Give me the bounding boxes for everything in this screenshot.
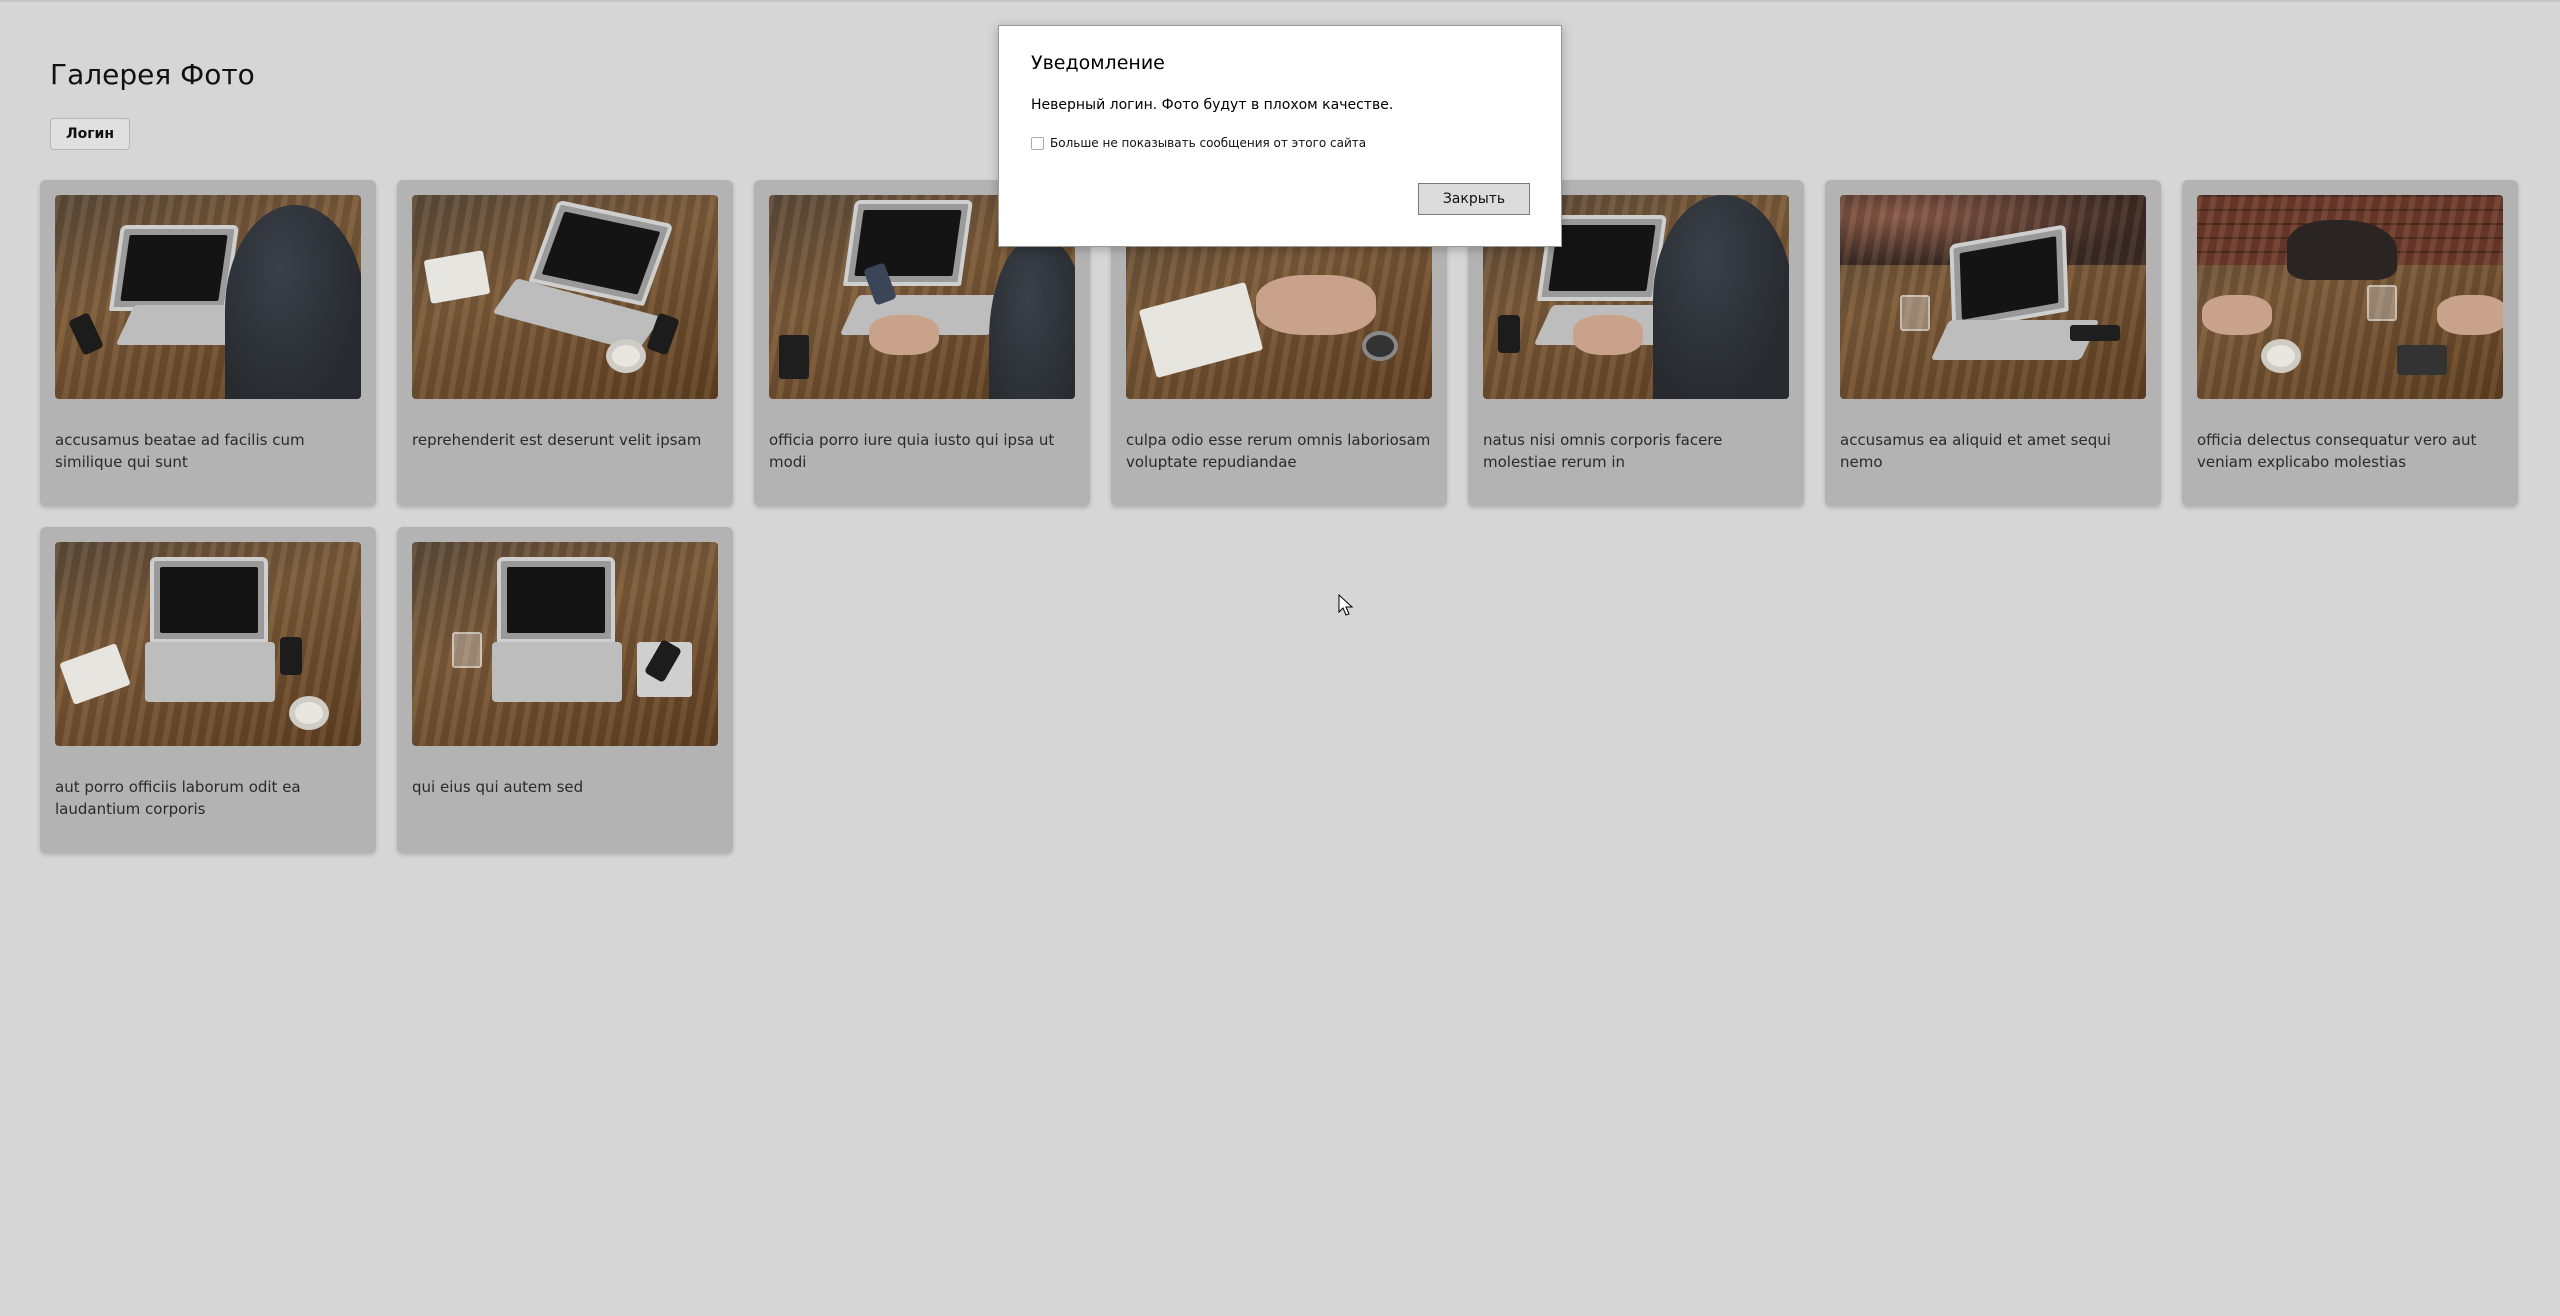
notification-dialog: Уведомление Неверный логин. Фото будут в… — [998, 25, 1562, 247]
gallery-card[interactable]: accusamus beatae ad facilis cum similiqu… — [40, 180, 376, 506]
photo-laptop-coffee[interactable] — [412, 195, 718, 399]
login-button[interactable]: Логин — [50, 118, 131, 150]
gallery-card[interactable]: officia delectus consequatur vero aut ve… — [2182, 180, 2518, 506]
card-caption: officia delectus consequatur vero aut ve… — [2197, 431, 2477, 471]
card-caption: reprehenderit est deserunt velit ipsam — [412, 431, 702, 449]
photo-laptop-top-view[interactable] — [55, 542, 361, 746]
suppress-messages-checkbox[interactable] — [1031, 136, 1044, 150]
dialog-message: Неверный логин. Фото будут в плохом каче… — [1031, 97, 1394, 113]
photo-bag-table[interactable] — [2197, 195, 2503, 399]
photo-laptop-hands[interactable] — [55, 195, 361, 399]
close-button[interactable]: Закрыть — [1418, 183, 1530, 215]
gallery-card[interactable]: aut porro officiis laborum odit ea lauda… — [40, 527, 376, 853]
gallery-card[interactable]: accusamus ea aliquid et amet sequi nemo — [1825, 180, 2161, 506]
page-title: Галерея Фото — [50, 58, 255, 91]
card-caption: accusamus ea aliquid et amet sequi nemo — [1840, 431, 2111, 471]
card-caption: culpa odio esse rerum omnis laboriosam v… — [1126, 431, 1431, 471]
photo-laptop-brick-wall[interactable] — [1840, 195, 2146, 399]
photo-laptop-glass[interactable] — [412, 542, 718, 746]
suppress-messages-option[interactable]: Больше не показывать сообщения от этого … — [1031, 136, 1366, 150]
photo-gallery: accusamus beatae ad facilis cum similiqu… — [40, 180, 2520, 853]
browser-top-border — [0, 0, 2560, 2]
card-caption: accusamus beatae ad facilis cum similiqu… — [55, 431, 305, 471]
card-caption: qui eius qui autem sed — [412, 778, 584, 796]
gallery-card[interactable]: qui eius qui autem sed — [397, 527, 733, 853]
card-caption: aut porro officiis laborum odit ea lauda… — [55, 778, 301, 818]
card-caption: natus nisi omnis corporis facere molesti… — [1483, 431, 1723, 471]
dialog-title: Уведомление — [1031, 52, 1165, 74]
card-caption: officia porro iure quia iusto qui ipsa u… — [769, 431, 1055, 471]
gallery-card[interactable]: reprehenderit est deserunt velit ipsam — [397, 180, 733, 506]
arrow-cursor-icon — [1338, 593, 1354, 616]
suppress-messages-label: Больше не показывать сообщения от этого … — [1050, 136, 1367, 150]
